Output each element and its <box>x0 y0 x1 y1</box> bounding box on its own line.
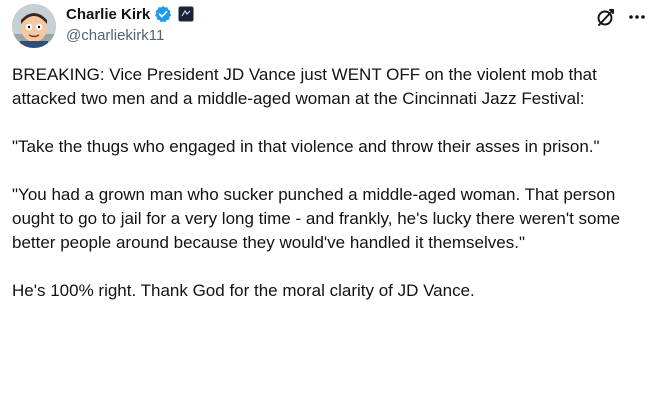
avatar[interactable] <box>12 4 56 48</box>
tweet-paragraph: He's 100% right. Thank God for the moral… <box>12 281 475 300</box>
more-icon[interactable] <box>626 6 648 28</box>
avatar-image <box>12 4 56 48</box>
author-name[interactable]: Charlie Kirk <box>66 6 150 23</box>
grok-icon[interactable] <box>595 6 617 28</box>
tweet-paragraph: BREAKING: Vice President JD Vance just W… <box>12 65 597 108</box>
author-name-row: Charlie Kirk <box>66 4 195 24</box>
affiliation-badge-icon[interactable] <box>178 6 195 22</box>
tweet-paragraph: "Take the thugs who engaged in that viol… <box>12 137 600 156</box>
tweet-paragraph: "You had a grown man who sucker punched … <box>12 185 621 252</box>
verified-badge-icon <box>154 5 172 23</box>
tweet-text: BREAKING: Vice President JD Vance just W… <box>12 63 648 303</box>
author-handle[interactable]: @charliekirk11 <box>66 27 164 44</box>
tweet: Charlie Kirk @charliekirk11 BREAKING: Vi… <box>0 0 656 418</box>
